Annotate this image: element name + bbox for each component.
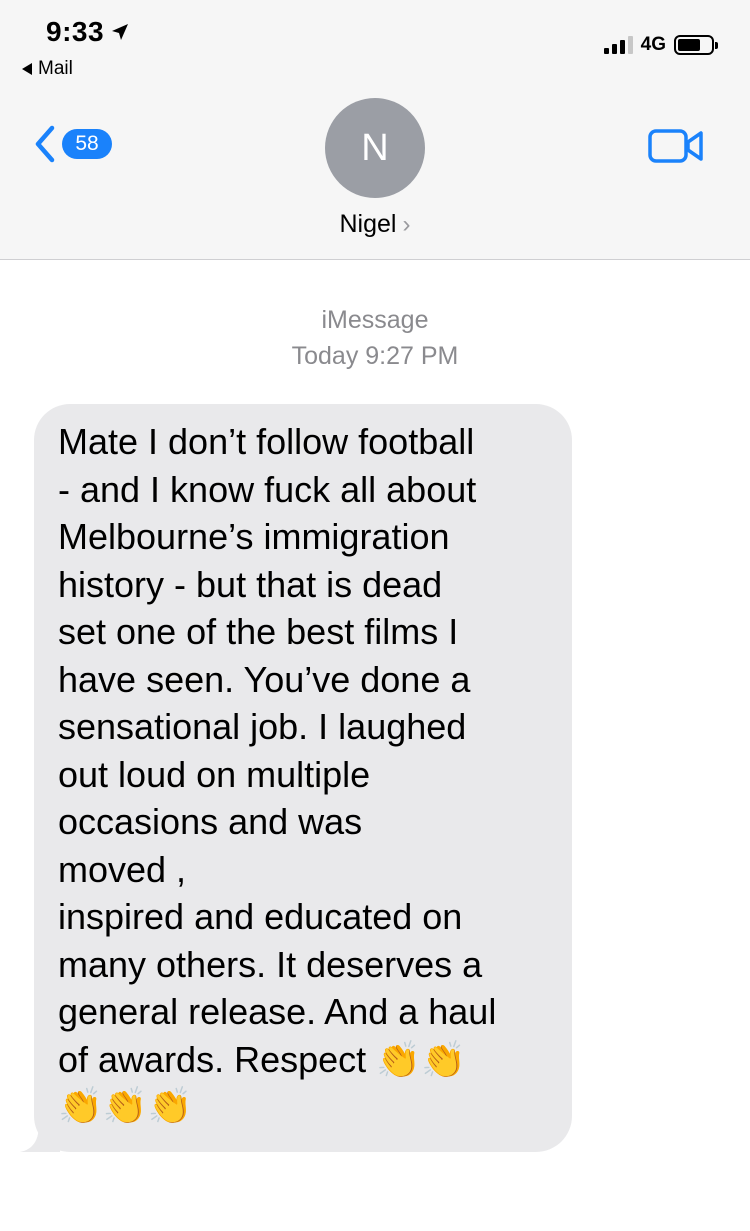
video-camera-icon (648, 129, 703, 163)
chevron-right-icon: › (402, 210, 411, 238)
status-time-text: 9:33 (46, 16, 105, 47)
clapping-hands-emoji-line: 👏👏👏 (58, 1086, 193, 1127)
chevron-left-icon (35, 125, 55, 163)
service-label: iMessage (321, 306, 429, 334)
message-line: out loud on multiple (58, 753, 371, 795)
message-line: many others. It deserves a (58, 943, 483, 985)
message-line: sensational job. I laughed (58, 706, 467, 747)
message-line: moved , (58, 848, 187, 890)
location-arrow-icon (112, 24, 129, 40)
message-line: occasions and was (58, 801, 363, 842)
contact-name-button[interactable]: Nigel › (0, 210, 750, 239)
message-bubble: Mate I don’t follow football - and I kno… (34, 404, 572, 1152)
message-line: have seen. You’ve done a (58, 658, 471, 700)
message-line: - and I know fuck all about (58, 468, 477, 510)
message-line: inspired and educated on (58, 896, 463, 937)
timestamp-label: Today 9:27 PM (291, 342, 459, 370)
battery-icon (674, 35, 718, 55)
message-line: set one of the best films I (58, 611, 459, 652)
unread-count-badge: 58 (62, 129, 112, 159)
contact-avatar[interactable]: N (325, 98, 425, 198)
network-type: 4G (640, 34, 666, 55)
conversation-header: 9:33 Mail 4G 58 N Nigel › (0, 0, 750, 260)
message-line: of awards. Respect 👏👏 (58, 1038, 466, 1080)
back-triangle-icon (22, 63, 32, 75)
message-line: general release. And a haul (58, 991, 497, 1032)
status-indicators: 4G (603, 34, 718, 56)
cellular-signal-icon (603, 36, 633, 54)
facetime-video-button[interactable] (648, 128, 704, 169)
message-line: Mate I don’t follow football (58, 421, 475, 462)
back-to-app-link[interactable]: Mail (22, 58, 73, 80)
incoming-message[interactable]: Mate I don’t follow football - and I kno… (20, 404, 572, 1152)
message-line: Melbourne’s immigration (58, 516, 450, 557)
status-time: 9:33 (46, 16, 130, 48)
back-button[interactable]: 58 (32, 124, 112, 164)
conversation-meta: iMessage Today 9:27 PM (0, 302, 750, 374)
contact-name: Nigel (339, 210, 397, 238)
message-line: history - but that is dead (58, 563, 443, 605)
back-to-app-label: Mail (38, 58, 73, 79)
